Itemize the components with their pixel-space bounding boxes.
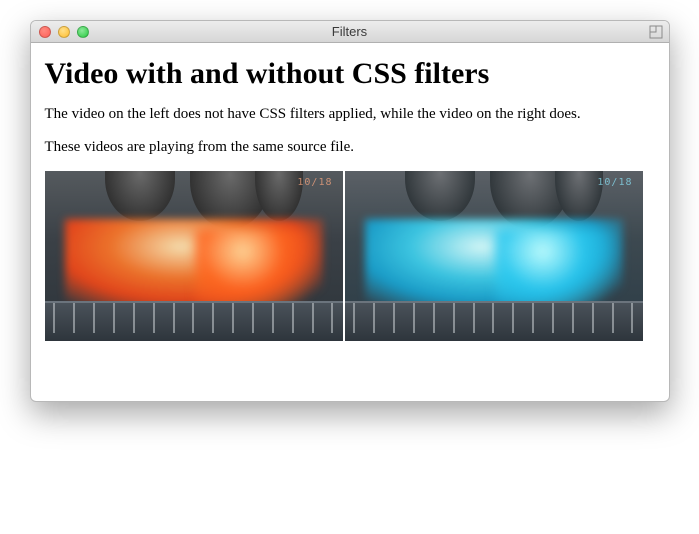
zoom-icon[interactable] xyxy=(77,26,89,38)
page-title: Video with and without CSS filters xyxy=(45,57,655,91)
video-original[interactable]: 10/18 xyxy=(45,171,343,341)
video-frame: 10/18 xyxy=(45,171,343,341)
video-timecode-label: 10/18 xyxy=(297,177,332,188)
app-window: Filters Video with and without CSS filte… xyxy=(30,20,670,402)
video-row: 10/18 10/18 xyxy=(45,171,655,341)
resize-handle-icon[interactable] xyxy=(649,25,663,39)
close-icon[interactable] xyxy=(39,26,51,38)
video-frame: 10/18 xyxy=(345,171,643,341)
page-content: Video with and without CSS filters The v… xyxy=(31,43,669,401)
minimize-icon[interactable] xyxy=(58,26,70,38)
video-timecode-label: 10/18 xyxy=(597,177,632,188)
window-title: Filters xyxy=(31,24,669,39)
titlebar[interactable]: Filters xyxy=(31,21,669,43)
video-filtered[interactable]: 10/18 xyxy=(345,171,643,341)
description-paragraph-2: These videos are playing from the same s… xyxy=(45,138,655,157)
traffic-lights xyxy=(39,26,89,38)
description-paragraph-1: The video on the left does not have CSS … xyxy=(45,105,655,124)
